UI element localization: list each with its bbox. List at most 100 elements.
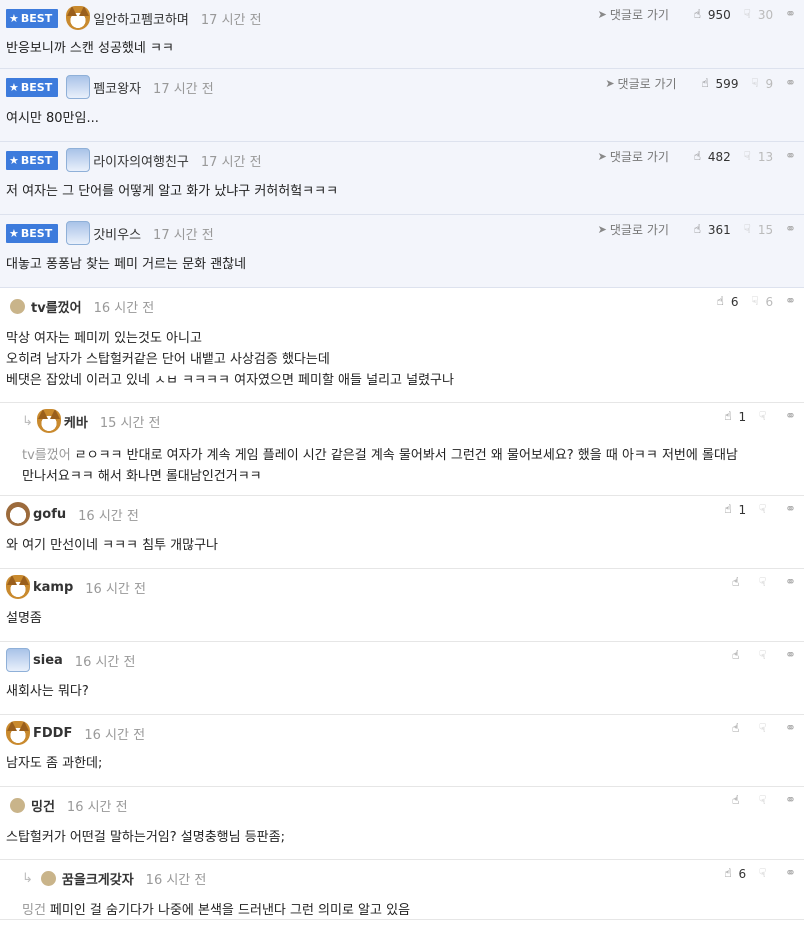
- author-nickname[interactable]: 갓비우스: [93, 224, 141, 243]
- upvote-button[interactable]: ☝ 6: [714, 295, 739, 309]
- comment-actions: ☝ ☟ ⚭: [719, 575, 796, 590]
- best-label: BEST: [20, 80, 53, 94]
- goto-comment-link[interactable]: ➤ 댓글로 가기: [598, 6, 669, 23]
- upvote-button[interactable]: ☝: [729, 576, 746, 589]
- comment: tv를껐어 16 시간 전 ☝ 6 ☟ 6 ⚭ 막상 여자는 페미끼 있는것도 아니고 오히려…: [0, 288, 804, 403]
- mention-link[interactable]: 밍건: [22, 903, 46, 918]
- comment-header: ★ BEST 일안하고펨코하며 17 시간 전: [6, 6, 262, 30]
- fox-icon[interactable]: [6, 721, 30, 745]
- upvote-button[interactable]: ☝ 950: [691, 8, 731, 22]
- comment-header: ↳ 케바 15 시간 전: [22, 409, 161, 433]
- author-nickname[interactable]: tv를껐어: [31, 297, 82, 316]
- reply-comment: ↳ 꿈을크게갖자 16 시간 전 ☝ 6 ☟ ⚭ 밍건 페미인 걸 숨기다가 나중에 본색을 드…: [0, 860, 804, 920]
- goto-label: 댓글로 가기: [617, 77, 677, 91]
- dot-icon[interactable]: [10, 298, 25, 314]
- link-icon[interactable]: ⚭: [785, 502, 796, 517]
- comment: FDDF 16 시간 전 ☝ ☟ ⚭ 남자도 좀 과한데;: [0, 715, 804, 787]
- downvote-button[interactable]: ☟: [756, 649, 773, 662]
- downvote-button[interactable]: ☟ 30: [741, 8, 773, 22]
- robot-icon[interactable]: [66, 75, 91, 99]
- fox-icon[interactable]: [6, 575, 30, 599]
- downvote-count: 6: [765, 294, 774, 309]
- upvote-button[interactable]: ☝: [729, 649, 746, 662]
- author-nickname[interactable]: FDDF: [33, 726, 72, 741]
- author-nickname[interactable]: 라이자의여행친구: [93, 151, 189, 170]
- comment-text: 와 여기 만선이네 ㅋㅋㅋ 침투 개많구나: [6, 535, 218, 556]
- link-icon[interactable]: ⚭: [785, 7, 796, 22]
- dog-icon[interactable]: [6, 502, 30, 526]
- comment-header: ★ BEST 갓비우스 17 시간 전: [6, 221, 214, 245]
- author-nickname[interactable]: 펨코왕자: [93, 78, 141, 97]
- best-badge: ★ BEST: [6, 150, 59, 170]
- downvote-button[interactable]: ☟ 9: [748, 77, 773, 91]
- upvote-count: 6: [730, 294, 739, 309]
- downvote-button[interactable]: ☟: [756, 867, 773, 880]
- upvote-button[interactable]: ☝ 1: [721, 503, 746, 517]
- downvote-button[interactable]: ☟: [756, 794, 773, 807]
- thumbs-up-icon: ☝: [731, 793, 740, 807]
- author-nickname[interactable]: 케바: [64, 412, 88, 431]
- thumbs-down-icon: ☟: [743, 222, 751, 236]
- downvote-count: 13: [757, 149, 774, 164]
- author-nickname[interactable]: siea: [33, 653, 63, 668]
- author-nickname[interactable]: gofu: [33, 507, 66, 522]
- link-icon[interactable]: ⚭: [785, 222, 796, 237]
- robot-icon[interactable]: [66, 148, 91, 172]
- best-badge: ★ BEST: [6, 223, 59, 243]
- dot-icon[interactable]: [40, 870, 56, 886]
- fox-icon[interactable]: [66, 6, 91, 30]
- comment-actions: ☝ ☟ ⚭: [719, 721, 796, 736]
- upvote-button[interactable]: ☝ 1: [721, 410, 746, 424]
- author-nickname[interactable]: 밍건: [31, 796, 55, 815]
- downvote-button[interactable]: ☟: [756, 576, 773, 589]
- link-icon[interactable]: ⚭: [785, 294, 796, 309]
- thumbs-down-icon: ☟: [758, 648, 767, 662]
- upvote-button[interactable]: ☝ 599: [699, 77, 738, 91]
- thumbs-up-icon: ☝: [731, 648, 740, 662]
- robot-icon[interactable]: [6, 648, 30, 672]
- comment-actions: ☝ 6 ☟ ⚭: [711, 866, 796, 881]
- upvote-count: 950: [707, 7, 731, 22]
- downvote-button[interactable]: ☟ 15: [741, 223, 773, 237]
- comment-body: 새회사는 뭐다?: [6, 684, 89, 699]
- goto-comment-link[interactable]: ➤ 댓글로 가기: [598, 221, 669, 238]
- downvote-button[interactable]: ☟: [756, 503, 773, 516]
- send-icon: ➤: [597, 223, 607, 236]
- goto-comment-link[interactable]: ➤ 댓글로 가기: [605, 75, 676, 92]
- link-icon[interactable]: ⚭: [785, 575, 796, 590]
- downvote-button[interactable]: ☟: [756, 722, 773, 735]
- link-icon[interactable]: ⚭: [785, 149, 796, 164]
- upvote-button[interactable]: ☝: [729, 722, 746, 735]
- link-icon[interactable]: ⚭: [785, 793, 796, 808]
- goto-comment-link[interactable]: ➤ 댓글로 가기: [598, 148, 669, 165]
- timestamp: 17 시간 전: [153, 227, 214, 243]
- link-icon[interactable]: ⚭: [785, 721, 796, 736]
- robot-icon[interactable]: [66, 221, 91, 245]
- fox-icon[interactable]: [36, 409, 61, 433]
- star-icon: ★: [9, 11, 19, 25]
- link-icon[interactable]: ⚭: [785, 866, 796, 881]
- best-label: BEST: [20, 226, 53, 240]
- upvote-button[interactable]: ☝ 6: [721, 867, 746, 881]
- link-icon[interactable]: ⚭: [785, 648, 796, 663]
- thumbs-up-icon: ☝: [716, 294, 724, 308]
- thumbs-down-icon: ☟: [758, 502, 767, 516]
- link-icon[interactable]: ⚭: [785, 76, 796, 91]
- upvote-button[interactable]: ☝ 361: [691, 223, 731, 237]
- downvote-button[interactable]: ☟: [756, 410, 773, 423]
- author-nickname[interactable]: kamp: [33, 580, 73, 595]
- downvote-button[interactable]: ☟ 13: [741, 150, 773, 164]
- thumbs-down-icon: ☟: [758, 575, 767, 589]
- mention-link[interactable]: tv를껐어: [22, 448, 71, 463]
- upvote-button[interactable]: ☝: [729, 794, 746, 807]
- author-nickname[interactable]: 꿈을크게갖자: [62, 869, 134, 888]
- author-nickname[interactable]: 일안하고펨코하며: [93, 9, 189, 28]
- link-icon[interactable]: ⚭: [785, 409, 796, 424]
- reply-comment: ↳ 케바 15 시간 전 ☝ 1 ☟ ⚭ tv를껐어 ㄹㅇㅋㅋ 반대로 여자가 계속 게임 플레…: [0, 403, 804, 496]
- dot-icon[interactable]: [10, 797, 25, 813]
- comment-list: ★ BEST 일안하고펨코하며 17 시간 전 ➤ 댓글로 가기 ☝ 950 ☟ 30 ⚭ 반응보니까…: [0, 0, 804, 925]
- best-label: BEST: [20, 153, 53, 167]
- thumbs-down-icon: ☟: [743, 149, 751, 163]
- upvote-button[interactable]: ☝ 482: [691, 150, 731, 164]
- downvote-button[interactable]: ☟ 6: [748, 295, 773, 309]
